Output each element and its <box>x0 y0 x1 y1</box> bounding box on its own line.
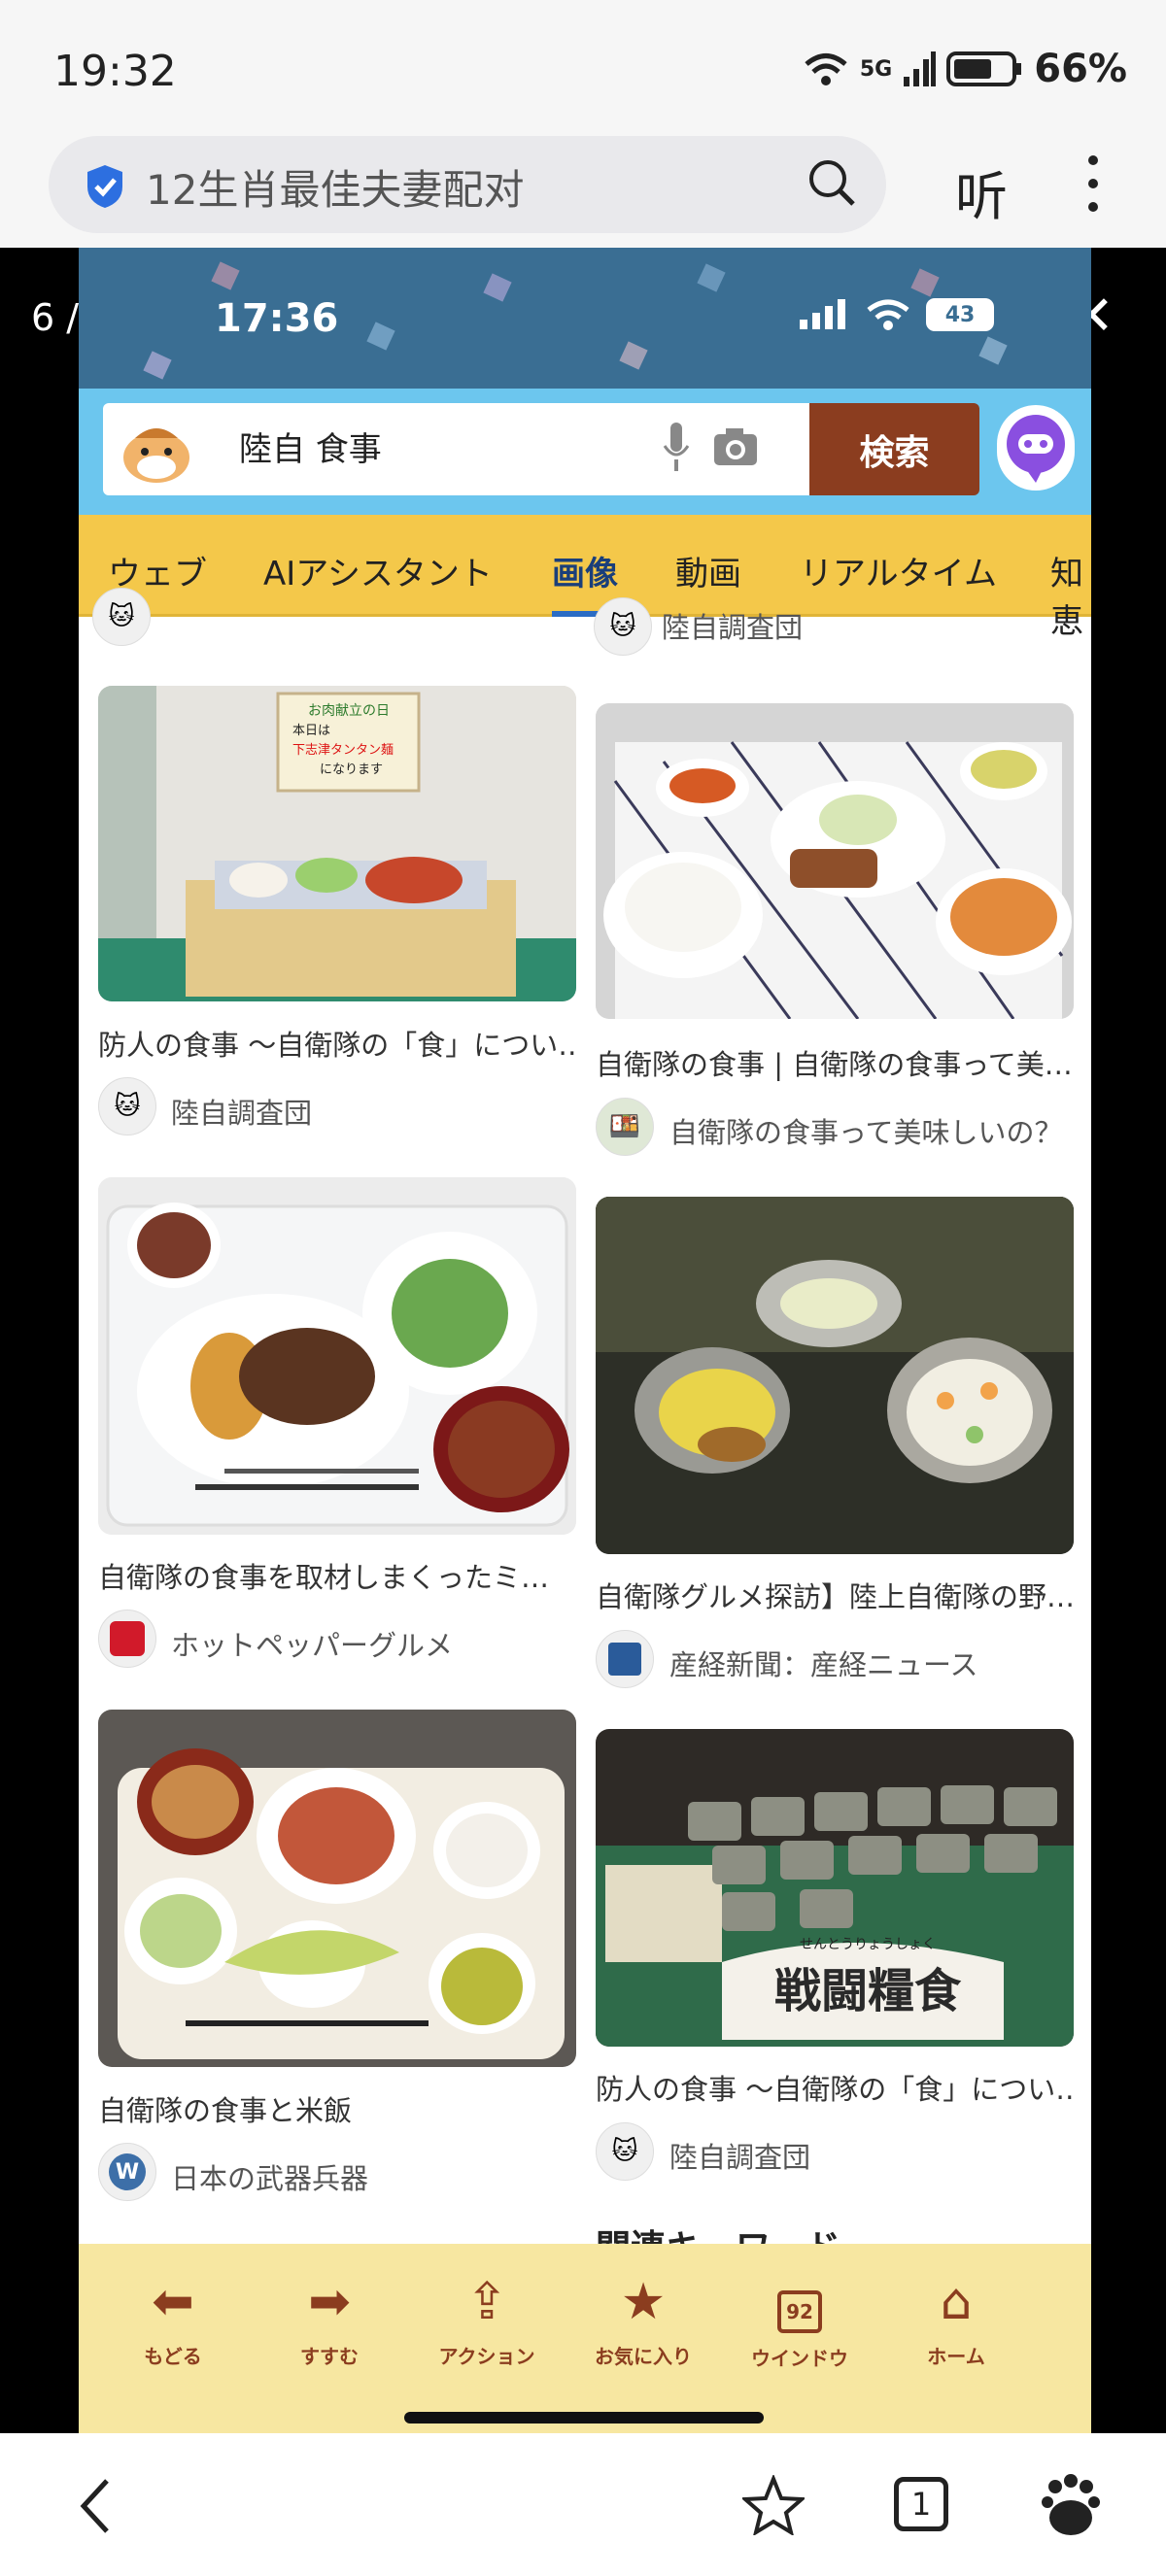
result-title[interactable]: 防人の食事 〜自衛隊の「食」につい… <box>98 1023 576 1064</box>
favicon <box>596 1630 654 1688</box>
rice-tray-photo <box>98 1710 576 2067</box>
tab-ai-assistant[interactable]: AIアシスタント <box>263 547 493 594</box>
ai-assistant-icon[interactable] <box>997 405 1075 491</box>
sankei-icon <box>608 1643 641 1676</box>
combat-ration-photo: せんとうりょうしょく 戦闘糧食 <box>596 1729 1074 2047</box>
result-source[interactable]: 陸自調査団 <box>669 2135 810 2176</box>
result-source[interactable]: 産経新聞：産経ニュース <box>669 1643 978 1683</box>
shield-icon <box>87 165 122 208</box>
battery-level: 43 <box>944 302 976 327</box>
ration-ruby: せんとうりょうしょく <box>800 1937 936 1952</box>
search-query[interactable]: 陸自 食事 <box>239 423 382 470</box>
result-source[interactable]: 日本の武器兵器 <box>171 2156 368 2197</box>
status-icons: 5G 66% <box>802 47 1127 91</box>
favicon: 🐱 <box>92 588 151 646</box>
network-label: 5G <box>859 56 893 82</box>
inner-screenshot: 17:36 43 陸自 食事 検索 ウェブ AIアシスタント 画像 動画 リアル… <box>79 248 1091 2433</box>
sign-line-3: になります <box>320 763 383 777</box>
sign-line-2: 下志津タンタン麺 <box>292 743 394 758</box>
result-title[interactable]: 自衛隊グルメ探訪】陸上自衛隊の野… <box>596 1575 1074 1615</box>
result-title[interactable]: 自衛隊の食事 | 自衛隊の食事って美… <box>596 1042 1074 1083</box>
curry-tray-photo <box>98 1177 576 1535</box>
result-image[interactable]: お肉献立の日 本日は 下志津タンタン麺 になります <box>98 686 576 1001</box>
home-icon: ⌂ <box>940 2273 973 2331</box>
battery-icon: 43 <box>926 298 994 331</box>
toolbar-label: すすむ <box>300 2345 359 2368</box>
address-text[interactable]: 12生肖最佳夫妻配对 <box>146 157 524 217</box>
food-tray-photo: お肉献立の日 本日は 下志津タンタン麺 になります <box>98 686 576 1001</box>
result-source[interactable]: 陸自調査団 <box>662 605 803 646</box>
baidu-paw-icon[interactable] <box>1040 2473 1102 2537</box>
back-icon[interactable] <box>76 2477 115 2535</box>
result-image[interactable] <box>596 703 1074 1019</box>
wordpress-icon: W <box>109 2153 146 2190</box>
window-icon: 92 <box>746 2273 853 2333</box>
inner-status-icons: 43 <box>798 298 994 331</box>
food-tray-photo <box>596 703 1074 1019</box>
signal-icon <box>800 299 845 329</box>
favicon: 🐱 <box>594 597 652 656</box>
result-image[interactable] <box>98 1710 576 2067</box>
favorites-button[interactable]: ★ お気に入り <box>590 2273 697 2369</box>
result-image[interactable]: せんとうりょうしょく 戦闘糧食 <box>596 1729 1074 2047</box>
back-button[interactable]: ⬅ もどる <box>120 2273 226 2369</box>
battery-icon <box>946 51 1022 86</box>
sign-title: お肉献立の日 <box>308 703 390 719</box>
search-icon[interactable] <box>806 157 857 208</box>
result-title[interactable]: 自衛隊の食事を取材しまくったミ… <box>98 1555 576 1596</box>
window-button[interactable]: 92 ウインドウ <box>746 2273 853 2371</box>
favicon: 🐱 <box>596 2122 654 2181</box>
search-button[interactable]: 検索 <box>809 403 979 495</box>
ration-sign: 戦闘糧食 <box>774 1964 962 2018</box>
favicon: 🐱 <box>98 1077 156 1135</box>
listen-button[interactable]: 听 <box>955 153 1008 230</box>
favicon: 🍱 <box>596 1098 654 1156</box>
result-image[interactable] <box>596 1197 1074 1554</box>
robot-icon <box>1007 415 1065 483</box>
tabs-button[interactable]: 1 <box>894 2477 948 2531</box>
action-button[interactable]: ⇪ アクション <box>433 2273 540 2369</box>
result-title[interactable]: 防人の食事 〜自衛隊の「食」につい… <box>596 2067 1074 2108</box>
sign-line-1: 本日は <box>292 724 330 738</box>
battery-percent: 66% <box>1034 47 1127 91</box>
forward-button[interactable]: ➡ すすむ <box>276 2273 383 2369</box>
wifi-icon <box>867 299 909 330</box>
more-icon[interactable] <box>1088 155 1100 214</box>
signal-icon <box>904 51 937 86</box>
toolbar-label: お気に入り <box>595 2345 692 2368</box>
result-image[interactable] <box>98 1177 576 1535</box>
status-time: 19:32 <box>53 47 177 96</box>
tab-chie[interactable]: 知恵 <box>1050 547 1091 642</box>
inner-status-time: 17:36 <box>215 296 339 341</box>
tab-count: 1 <box>910 2486 932 2523</box>
result-source[interactable]: ホットペッパーグルメ <box>171 1623 453 1664</box>
result-title[interactable]: 自衛隊の食事と米飯 <box>98 2088 576 2129</box>
wifi-icon <box>805 53 847 85</box>
back-arrow-icon: ⬅ <box>152 2273 194 2331</box>
toolbar-label: ウインドウ <box>751 2347 848 2370</box>
favicon: W <box>98 2143 156 2201</box>
tab-realtime[interactable]: リアルタイム <box>800 547 997 594</box>
home-button[interactable]: ⌂ ホーム <box>903 2273 1010 2369</box>
window-count: 92 <box>777 2290 822 2333</box>
forward-arrow-icon: ➡ <box>308 2273 351 2331</box>
share-icon: ⇪ <box>465 2273 508 2331</box>
microphone-icon[interactable] <box>662 421 691 479</box>
result-source[interactable]: 自衛隊の食事って美味しいの？ <box>669 1110 1063 1151</box>
toolbar-label: もどる <box>144 2345 202 2368</box>
bottom-nav <box>0 2433 1166 2576</box>
star-icon: ★ <box>620 2273 667 2331</box>
mascot-icon <box>123 428 189 483</box>
hotpepper-icon <box>110 1621 145 1656</box>
result-source[interactable]: 陸自調査団 <box>171 1091 312 1132</box>
bookmark-star-icon[interactable] <box>742 2475 805 2535</box>
home-indicator[interactable] <box>404 2412 764 2423</box>
camera-icon[interactable] <box>712 426 759 467</box>
favicon <box>98 1610 156 1668</box>
field-ration-photo <box>596 1197 1074 1554</box>
tab-videos[interactable]: 動画 <box>675 547 741 594</box>
tab-images[interactable]: 画像 <box>552 547 618 594</box>
toolbar-label: ホーム <box>927 2345 985 2368</box>
toolbar-label: アクション <box>438 2345 535 2368</box>
